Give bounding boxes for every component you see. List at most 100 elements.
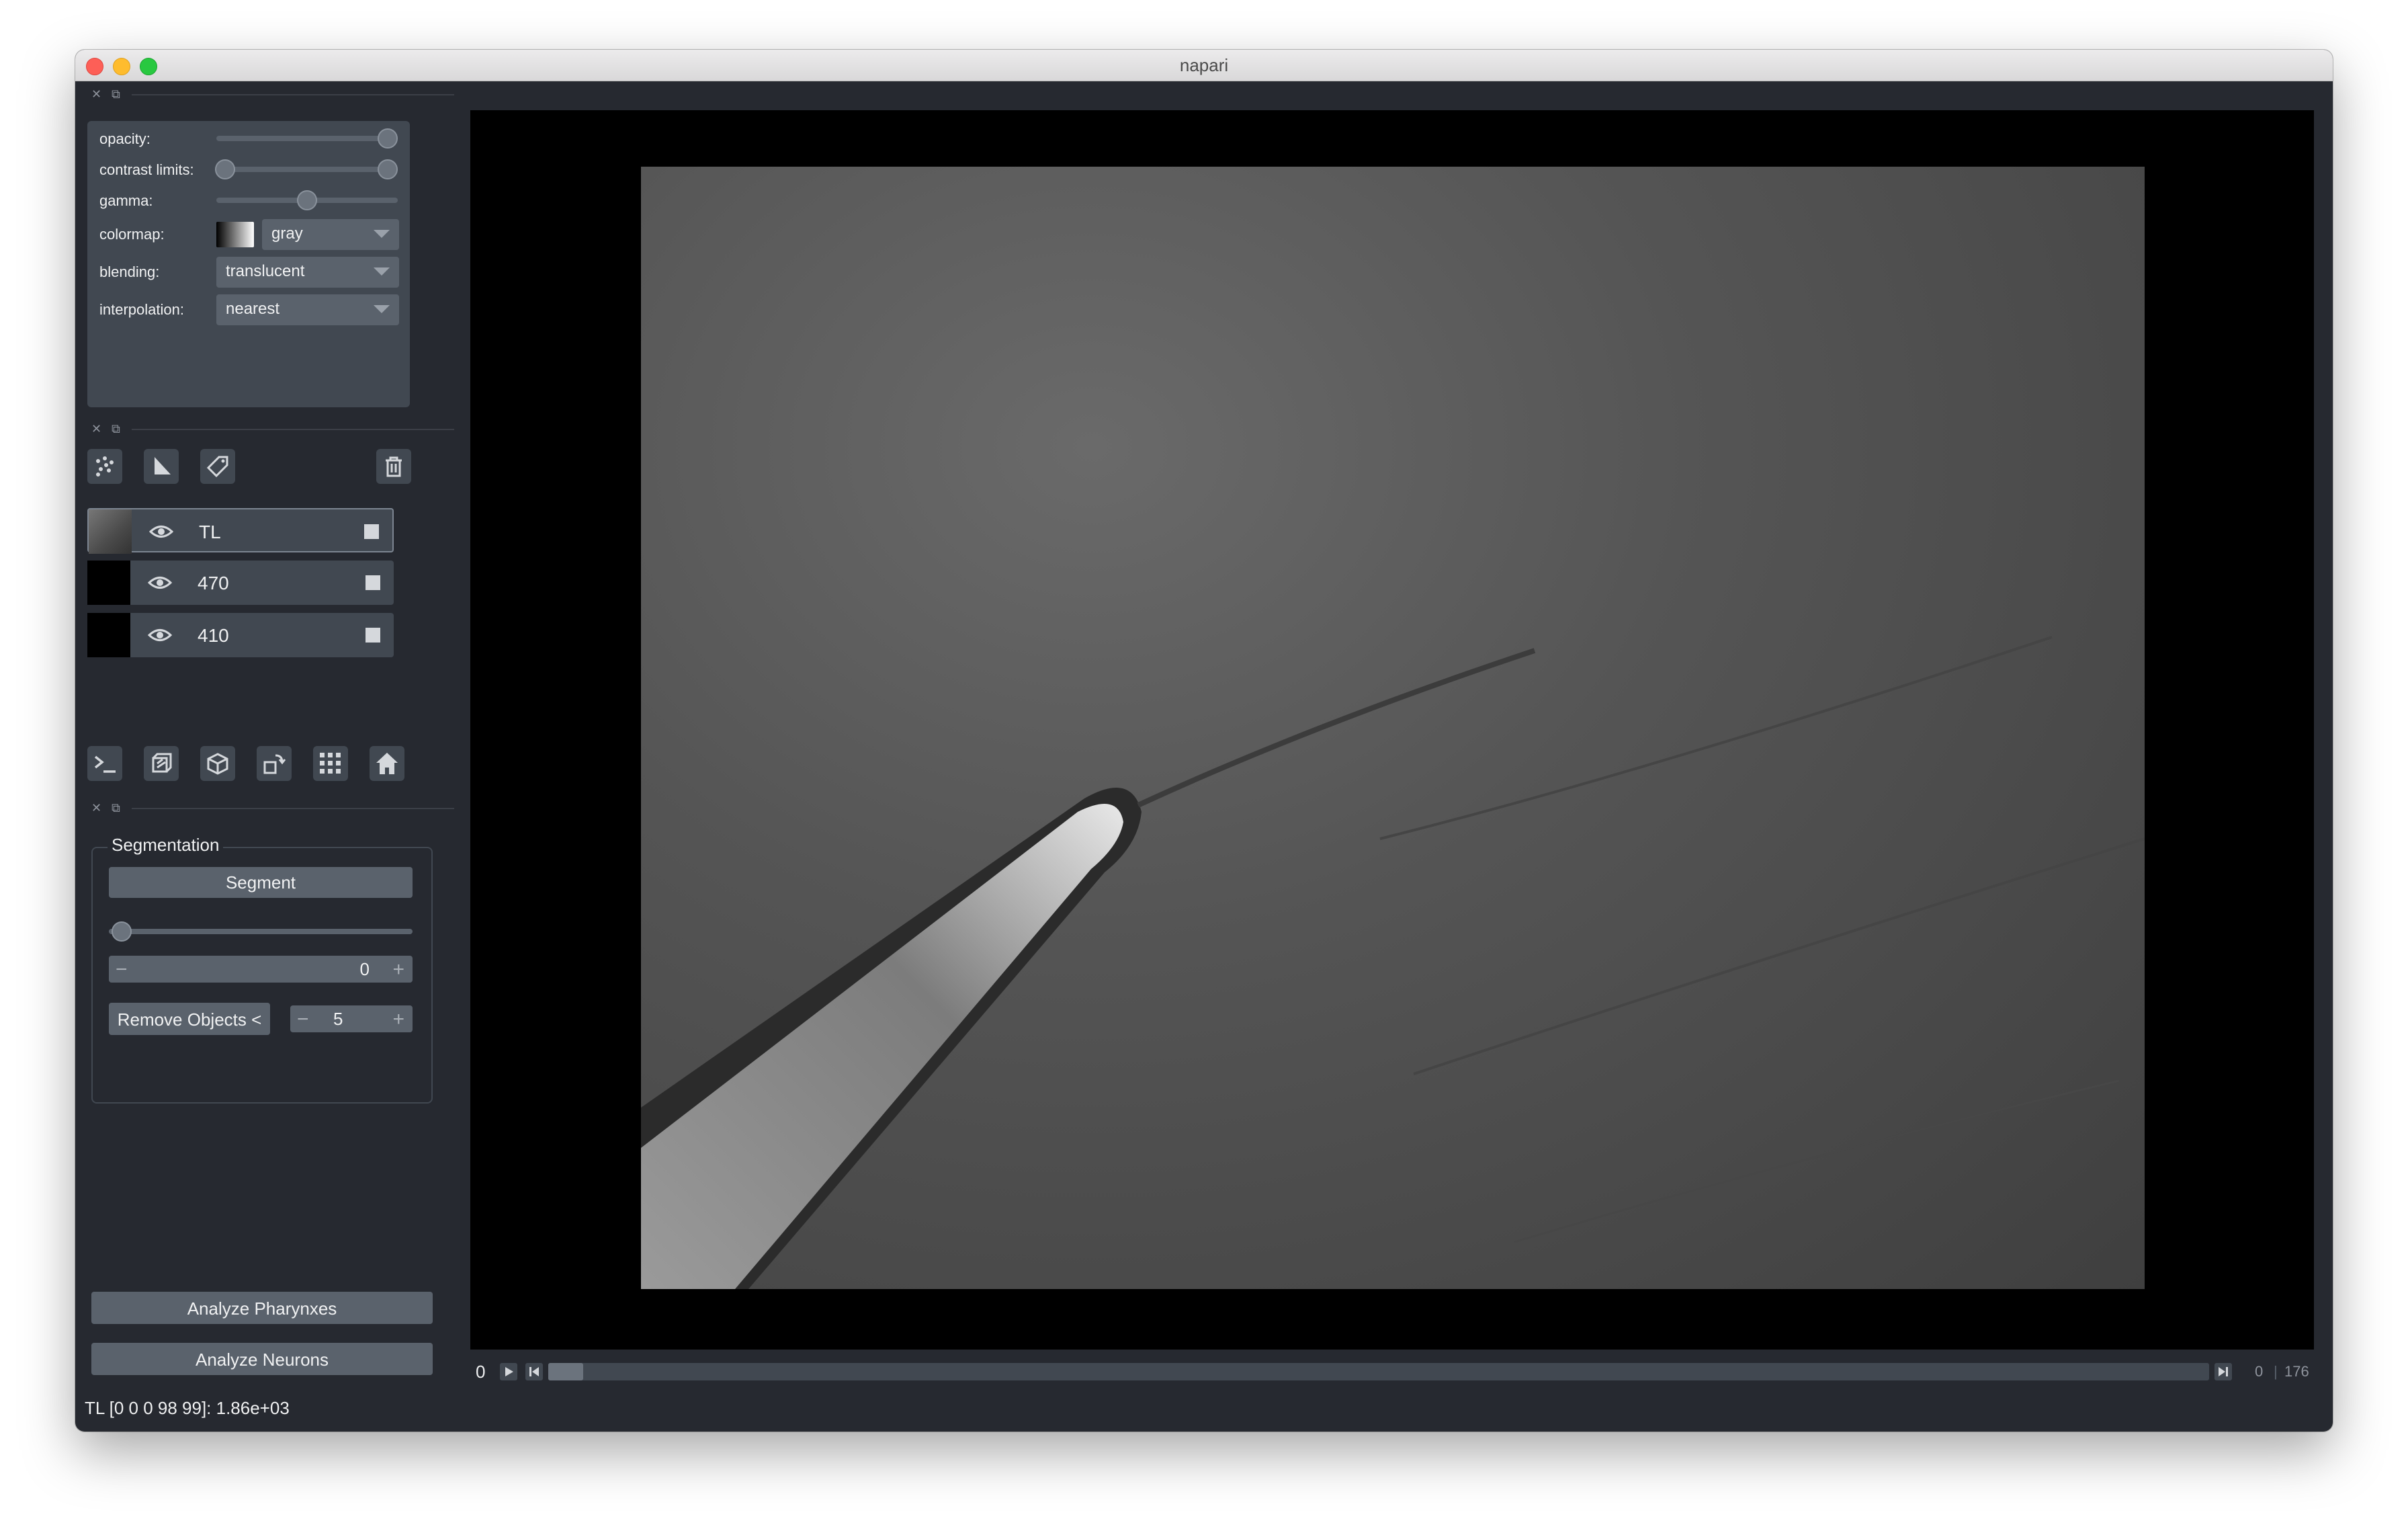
console-icon (94, 755, 116, 773)
threshold-value[interactable]: 0 (360, 959, 370, 980)
colormap-value: gray (271, 224, 303, 243)
float-dock-icon[interactable]: ⧉ (112, 422, 120, 436)
colormap-select[interactable]: gray (262, 219, 399, 250)
layer-name[interactable]: 410 (198, 625, 229, 647)
close-dock-icon[interactable]: ✕ (91, 87, 101, 101)
segmentation-group: Segmentation Segment − 0 + Remove Object… (91, 835, 433, 1104)
plugin-dock-bar: ✕ ⧉ (91, 801, 454, 815)
title-bar: napari (75, 50, 2333, 81)
blending-label: blending: (99, 263, 160, 280)
layer-controls-panel: opacity: contrast limits: gamma: colorma… (87, 121, 410, 407)
grid-icon (320, 753, 341, 774)
new-shapes-layer-button[interactable] (144, 449, 179, 484)
ndisplay-button[interactable] (144, 746, 179, 781)
window-title: napari (1179, 55, 1229, 75)
layer-thumbnail (87, 561, 130, 605)
gamma-label: gamma: (99, 192, 153, 209)
layer-name[interactable]: 470 (198, 573, 229, 594)
interpolation-select[interactable]: nearest (216, 294, 399, 325)
delete-layer-button[interactable] (376, 449, 411, 484)
chevron-down-icon (374, 267, 390, 276)
opacity-slider[interactable] (216, 136, 398, 141)
blending-value: translucent (226, 262, 305, 280)
segment-button[interactable]: Segment (109, 867, 413, 898)
analyze-pharynxes-button[interactable]: Analyze Pharynxes (91, 1292, 433, 1324)
layer-controls-dock-bar: ✕ ⧉ (91, 87, 454, 101)
trash-icon (386, 456, 402, 477)
min-size-spinbox[interactable]: − 5 + (290, 1005, 413, 1032)
dims-scrollbar-handle[interactable] (548, 1363, 583, 1380)
threshold-slider-handle[interactable] (112, 921, 132, 942)
layer-type-icon (364, 524, 379, 539)
eye-icon[interactable] (148, 625, 172, 645)
shapes-icon (155, 457, 171, 474)
layer-type-icon (366, 575, 380, 590)
new-points-layer-button[interactable] (87, 449, 122, 484)
square-2d-icon (152, 753, 172, 773)
tl-image (641, 167, 2145, 1289)
colormap-label: colormap: (99, 226, 165, 243)
increment-icon[interactable]: + (392, 1008, 404, 1031)
worm-image (641, 636, 2145, 1289)
contrast-limits-slider[interactable] (216, 167, 398, 172)
contrast-limits-label: contrast limits: (99, 161, 194, 178)
remove-objects-button[interactable]: Remove Objects < (109, 1003, 270, 1035)
increment-icon[interactable]: + (392, 958, 404, 981)
float-dock-icon[interactable]: ⧉ (112, 801, 120, 815)
napari-window: napari ✕ ⧉ opacity: contrast limits: gam… (75, 50, 2333, 1432)
roll-dims-button[interactable] (200, 746, 235, 781)
layer-name[interactable]: TL (199, 522, 221, 543)
dims-scrollbar[interactable] (548, 1363, 2209, 1380)
transpose-button[interactable] (257, 746, 292, 781)
float-dock-icon[interactable]: ⧉ (112, 87, 120, 101)
chevron-down-icon (374, 230, 390, 238)
decrement-icon[interactable]: − (297, 1008, 309, 1031)
label-tag-icon (206, 456, 228, 478)
layer-list-dock-bar: ✕ ⧉ (91, 422, 454, 436)
segmentation-title: Segmentation (108, 835, 224, 856)
points-icon (96, 456, 114, 477)
gamma-slider-handle[interactable] (297, 190, 317, 210)
play-button-icon[interactable] (500, 1363, 517, 1380)
layer-thumbnail (87, 613, 130, 657)
grid-view-button[interactable] (313, 746, 348, 781)
analyze-neurons-button[interactable]: Analyze Neurons (91, 1343, 433, 1375)
dims-current-frame[interactable]: 0 (2255, 1363, 2263, 1380)
skip-to-start-icon[interactable] (525, 1363, 543, 1380)
status-bar: TL [0 0 0 98 99]: 1.86e+03 (85, 1398, 290, 1418)
layer-row-tl[interactable]: TL (87, 508, 394, 554)
close-dock-icon[interactable]: ✕ (91, 422, 101, 436)
eye-icon[interactable] (149, 522, 173, 542)
viewer-canvas[interactable] (470, 110, 2314, 1350)
blending-select[interactable]: translucent (216, 257, 399, 288)
layer-row-410[interactable]: 410 (87, 613, 394, 657)
opacity-slider-handle[interactable] (378, 128, 398, 149)
interpolation-label: interpolation: (99, 301, 184, 318)
dims-axis-label: 0 (476, 1362, 486, 1382)
dims-separator: | (2274, 1363, 2278, 1380)
home-icon (376, 753, 398, 774)
cube-icon (207, 753, 228, 775)
layer-row-470[interactable]: 470 (87, 561, 394, 605)
contrast-max-handle[interactable] (378, 159, 398, 179)
opacity-label: opacity: (99, 130, 150, 147)
layer-type-icon (366, 628, 380, 643)
home-button[interactable] (370, 746, 404, 781)
threshold-spinbox[interactable]: − 0 + (109, 956, 413, 983)
skip-to-end-icon[interactable] (2214, 1363, 2232, 1380)
min-size-value[interactable]: 5 (333, 1009, 343, 1030)
decrement-icon[interactable]: − (116, 958, 128, 981)
eye-icon[interactable] (148, 573, 172, 593)
contrast-min-handle[interactable] (215, 159, 235, 179)
layer-thumbnail (89, 509, 132, 554)
colormap-preview (216, 222, 254, 247)
dims-max-frame: 176 (2284, 1363, 2309, 1380)
close-dock-icon[interactable]: ✕ (91, 801, 101, 815)
interpolation-value: nearest (226, 300, 280, 318)
new-labels-layer-button[interactable] (200, 449, 235, 484)
threshold-slider[interactable] (109, 929, 413, 934)
dims-slider-bar: 0 0 | 176 (470, 1358, 2314, 1384)
chevron-down-icon (374, 305, 390, 313)
rotate-icon (263, 754, 286, 774)
console-button[interactable] (87, 746, 122, 781)
